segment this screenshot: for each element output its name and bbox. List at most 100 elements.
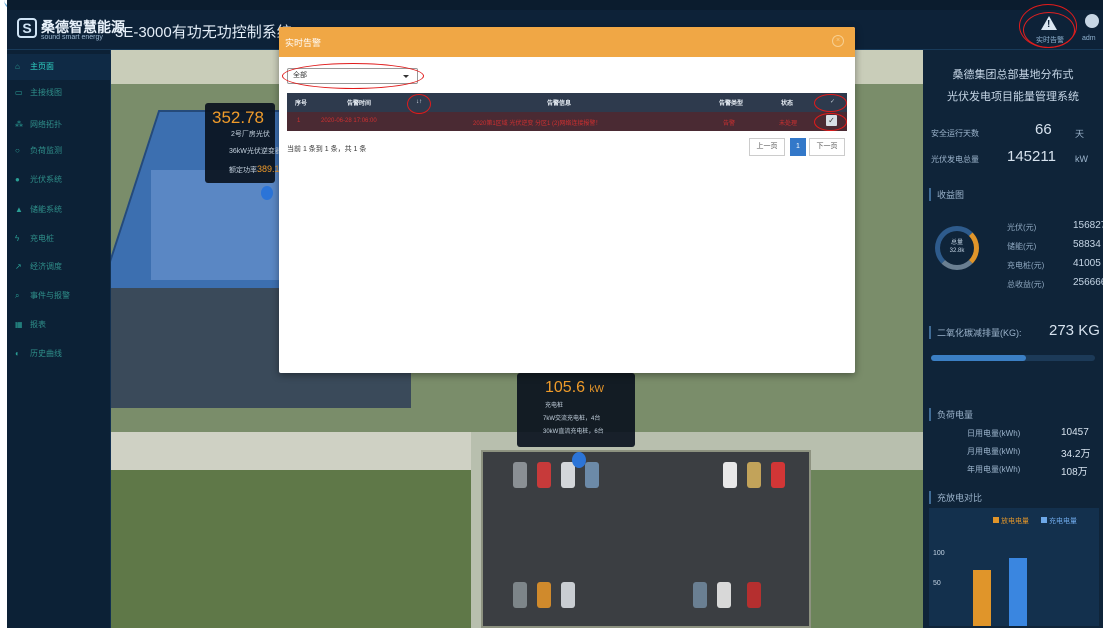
sidebar-item-history[interactable]: ◐ 历史曲线 — [7, 341, 111, 367]
monthly-load-label: 月用电量(kWh) — [967, 447, 1021, 456]
sidebar-item-label: 储能系统 — [30, 205, 62, 214]
charge-discharge-chart: 放电电量 充电电量 100 50 — [929, 508, 1099, 626]
sidebar-item-wiring[interactable]: ▭ 主接线图 — [7, 80, 111, 106]
sidebar-item-load[interactable]: ○ 负荷监测 — [7, 138, 111, 164]
dialog-title: 实时告警 — [285, 38, 322, 48]
pv-desc: 36kW光伏逆变器 — [229, 148, 282, 155]
sidebar-item-label: 经济调度 — [30, 262, 62, 271]
cell-time: 2020-06-28 17:06:00 — [321, 118, 377, 124]
car — [537, 582, 551, 608]
highlight-ring-alarm — [1019, 4, 1077, 48]
discharge-legend: 放电电量 — [993, 516, 1029, 526]
pv-total-value: 145211 — [1007, 148, 1056, 165]
col-time[interactable]: 告警时间 — [347, 98, 371, 107]
co2-label: 二氧化碳减排量(KG): — [929, 326, 1022, 339]
pagination-summary: 当前 1 条到 1 条，共 1 条 — [287, 146, 367, 153]
donut-value: 32.8k — [949, 248, 965, 254]
monthly-load-value: 34.2万 — [1061, 449, 1091, 460]
sidebar-item-home[interactable]: ⌂ 主页面 — [7, 54, 111, 80]
table-icon: ▦ — [15, 320, 23, 329]
sidebar-item-storage[interactable]: ▲ 储能系统 — [7, 197, 111, 223]
col-index[interactable]: 序号 — [295, 98, 307, 107]
app-title: 3E-3000有功无功控制系统 — [115, 24, 292, 41]
home-icon: ⌂ — [15, 62, 20, 71]
user-icon[interactable] — [1085, 14, 1099, 28]
sidebar-item-events[interactable]: ⌕ 事件与报警 — [7, 283, 111, 309]
highlight-ring-select — [282, 63, 424, 89]
sidebar-item-topology[interactable]: ⁂ 网络拓扑 — [7, 112, 111, 138]
car — [513, 462, 527, 488]
co2-value: 273 KG — [1049, 322, 1100, 339]
tree-area — [111, 470, 471, 628]
user-name[interactable]: adm — [1082, 35, 1096, 42]
revenue-storage-label: 储能(元) — [1007, 242, 1037, 251]
revenue-charger-value: 41005 — [1073, 258, 1101, 269]
cell-status: 未处理 — [779, 121, 798, 127]
y-tick-50: 50 — [933, 580, 941, 587]
car — [723, 462, 737, 488]
sidebar: ⌂ 主页面 ▭ 主接线图 ⁂ 网络拓扑 ○ 负荷监测 ● 光伏系统 ▲ 储能系统 ϟ 充电桩 … — [7, 50, 111, 628]
table-row[interactable]: 1 2020-06-28 17:06:00 2020第1区域 光伏逆变 分区1 … — [287, 112, 847, 131]
monitor-icon: ○ — [15, 146, 20, 155]
car — [771, 462, 785, 488]
car — [585, 462, 599, 488]
car — [537, 462, 551, 488]
pv-total-unit: kW — [1075, 154, 1088, 164]
pv-rated-label: 额定功率 — [229, 167, 257, 174]
cell-info: 2020第1区域 光伏逆变 分区1 (2)网络连接报警！ — [473, 121, 602, 127]
project-title-line2: 光伏发电项目能量管理系统 — [947, 91, 1079, 103]
sidebar-item-label: 充电桩 — [30, 234, 54, 243]
donut-center: 总量 32.8k — [935, 239, 979, 255]
sidebar-item-dispatch[interactable]: ↗ 经济调度 — [7, 254, 111, 280]
battery-icon: ▲ — [15, 205, 23, 214]
col-status[interactable]: 状态 — [781, 98, 793, 107]
sidebar-item-label: 主页面 — [30, 62, 54, 71]
solar-icon: ● — [15, 175, 20, 184]
car — [747, 582, 761, 608]
col-info[interactable]: 告警信息 — [547, 98, 571, 107]
parking-row — [493, 462, 803, 488]
page-1-button[interactable]: 1 — [790, 138, 806, 156]
car — [693, 582, 707, 608]
charger-info-card[interactable]: 105.6 kW 充电桩 7kW交流充电桩，4台 30kW直流充电桩，6台 — [517, 373, 635, 447]
car — [561, 582, 575, 608]
pv-info-card[interactable]: 352.78 2号厂房光伏 36kW光伏逆变器 额定功率389.1 — [205, 103, 282, 183]
close-icon[interactable]: × — [832, 35, 844, 47]
safe-days-label: 安全运行天数 — [931, 129, 979, 138]
sidebar-item-pv[interactable]: ● 光伏系统 — [7, 167, 111, 193]
right-info-panel: 桑德集团总部基地分布式 光伏发电项目能量管理系统 安全运行天数 66 天 光伏发… — [923, 50, 1103, 628]
revenue-pv-label: 光伏(元) — [1007, 223, 1037, 232]
pv-total-label: 光伏发电总量 — [931, 155, 979, 164]
sidebar-item-charger[interactable]: ϟ 充电桩 — [7, 226, 111, 252]
sidebar-item-label: 负荷监测 — [30, 146, 62, 155]
car — [747, 462, 761, 488]
highlight-ring-check-row — [814, 113, 847, 131]
next-page-button[interactable]: 下一页 — [809, 138, 845, 156]
sidebar-item-label: 历史曲线 — [30, 349, 62, 358]
parking-row — [493, 582, 803, 608]
charger-power: 105.6 kW — [545, 379, 604, 397]
charger-power-unit: kW — [589, 384, 604, 395]
sidebar-item-label: 光伏系统 — [30, 175, 62, 184]
col-type[interactable]: 告警类型 — [719, 98, 743, 107]
brand-logo-icon: S — [17, 18, 37, 38]
pv-location-pin-icon[interactable] — [261, 186, 273, 200]
pv-rated: 额定功率389.1 — [229, 164, 280, 175]
highlight-ring-check-header — [814, 94, 847, 112]
prev-page-button[interactable]: 上一页 — [749, 138, 785, 156]
search-icon: ⌕ — [15, 291, 20, 300]
car — [561, 462, 575, 488]
sidebar-item-reports[interactable]: ▦ 报表 — [7, 312, 111, 338]
pv-rated-value: 389.1 — [257, 164, 280, 174]
charge-legend: 充电电量 — [1041, 516, 1077, 526]
network-icon: ⁂ — [15, 120, 23, 129]
pv-name: 2号厂房光伏 — [231, 131, 270, 138]
revenue-total-value: 256666 — [1073, 277, 1103, 288]
car — [513, 582, 527, 608]
highlight-ring-sort — [407, 94, 431, 114]
sidebar-item-label: 事件与报警 — [30, 291, 70, 300]
charger-location-pin-icon[interactable] — [572, 452, 586, 468]
revenue-total-label: 总收益(元) — [1007, 280, 1045, 289]
parking-lot — [481, 450, 811, 628]
compare-section-title: 充放电对比 — [929, 491, 982, 504]
